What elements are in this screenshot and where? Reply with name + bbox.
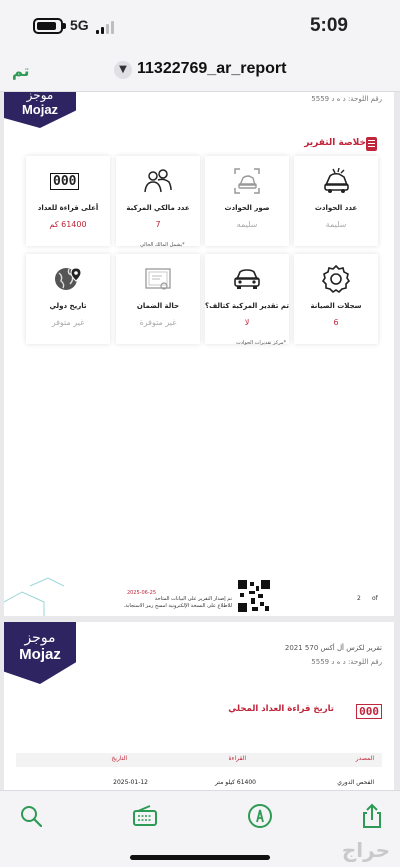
tile-warranty-status: حالة الضمان غير متوفرة [116, 254, 200, 344]
header-source: المصدر [355, 755, 374, 762]
owners-note: *يشمل المالك الحالي [140, 242, 185, 248]
mojaz-logo: موجز Mojaz [4, 92, 76, 128]
header-date: التاريخ [111, 755, 127, 762]
tile-maintenance-records: سجلات الصيانة 6 [294, 254, 378, 344]
logo-arabic: موجز [26, 92, 54, 102]
row-reading: 61400 كيلو متر [215, 779, 256, 786]
tile-value: 61400 كم [49, 220, 87, 229]
tile-label: حالة الضمان [136, 302, 180, 310]
car-icon [234, 269, 260, 289]
haraj-watermark: حراج [341, 838, 390, 862]
owners-icon [144, 169, 172, 193]
odometer-icon: 000 [50, 170, 80, 190]
globe-pin-icon [55, 267, 82, 290]
battery-icon [33, 18, 66, 34]
report-page-odometer-history[interactable]: موجز Mojaz تقرير لكزس أل أكس 570 2021 رق… [4, 622, 394, 790]
plate-label: رقم اللوحة: [347, 658, 382, 666]
navigation-bar: تم ▼ 11322769_ar_report [0, 52, 400, 92]
loss-note: *مركز تقديرات الحوادث [236, 340, 287, 346]
tile-total-loss: تم تقدير المركبة كتالف؟ لا [205, 254, 289, 344]
status-time: 5:09 [309, 15, 348, 36]
tile-value: سليمة [325, 220, 347, 229]
signal-icon [96, 21, 118, 34]
row-date: 2025-01-12 [113, 779, 148, 786]
footer-decoration [4, 577, 64, 616]
odometer-icon: 000 [356, 700, 382, 719]
qr-code[interactable] [238, 580, 270, 612]
report-page-summary[interactable]: موجز Mojaz رقم اللوحة: د ه د 5559 خلاصة … [4, 92, 394, 616]
logo-arabic: موجز [24, 630, 56, 646]
tile-label: عدد مالكي المركبة [126, 204, 190, 212]
certificate-icon [145, 268, 171, 290]
table-header: المصدر القراءة التاريخ [16, 753, 382, 767]
tile-owners-count: عدد مالكي المركبة 7 [116, 156, 200, 246]
search-icon[interactable] [18, 803, 44, 829]
accident-photo-icon [234, 168, 260, 194]
plate-label: رقم اللوحة: [347, 95, 382, 103]
odometer-history-title: تاريخ قراءة العداد المحلي [228, 704, 334, 714]
document-title[interactable]: 11322769_ar_report [137, 60, 286, 78]
gear-icon [321, 264, 351, 294]
radio-icon[interactable] [132, 803, 158, 829]
plate-value: د ه د 5559 [311, 95, 346, 103]
tile-label: تاريخ دولي [49, 302, 87, 310]
logo-english: Mojaz [21, 102, 59, 117]
tile-label: أعلى قراءة للعداد [37, 204, 99, 212]
tile-value: 6 [333, 318, 339, 327]
footer-line-1: تم إصدار التقرير على البيانات المتاحة [154, 596, 232, 602]
status-bar: 5G 5:09 [0, 0, 400, 52]
plate-number: رقم اللوحة: د ه د 5559 [311, 95, 382, 103]
tile-value: غير متوفر [51, 318, 85, 327]
title-menu-chevron-icon[interactable]: ▼ [114, 61, 132, 79]
page-of: of [372, 595, 378, 602]
plate-number: رقم اللوحة: د ه د 5559 [311, 658, 382, 666]
tile-value: لا [244, 318, 250, 327]
footer-text: تم إصدار التقرير على البيانات المتاحة لل… [112, 596, 232, 610]
home-indicator[interactable] [130, 855, 270, 860]
tile-international-history: تاريخ دولي غير متوفر [26, 254, 110, 344]
mojaz-logo: موجز Mojaz [4, 622, 76, 684]
tile-label: سجلات الصيانة [310, 302, 362, 310]
crashed-car-icon [324, 167, 349, 193]
car-model-label: تقرير لكزس أل أكس 570 2021 [284, 644, 382, 652]
network-type: 5G [70, 17, 89, 33]
row-source: الفحص الدوري [337, 779, 374, 786]
tile-label: تم تقدير المركبة كتالف؟ [205, 302, 289, 310]
tile-label: صور الحوادث [224, 204, 270, 212]
tile-value: 7 [155, 220, 161, 229]
tile-label: عدد الحوادث [314, 204, 358, 212]
plate-value: د ه د 5559 [311, 658, 346, 666]
tile-accident-photos: صور الحوادث سليمه [205, 156, 289, 246]
report-summary-title: خلاصة التقرير [304, 138, 366, 148]
share-icon[interactable] [359, 803, 385, 829]
page-number: 2 [357, 595, 361, 602]
tile-highest-odometer: 000 أعلى قراءة للعداد 61400 كم [26, 156, 110, 246]
markup-pen-icon[interactable] [247, 803, 273, 829]
footer-line-2: للاطلاع على النسخة الإلكترونية امسح رمز … [123, 603, 232, 609]
logo-english: Mojaz [19, 646, 61, 663]
tile-accidents-count: عدد الحوادث سليمة [294, 156, 378, 246]
done-button[interactable]: تم [12, 62, 29, 80]
report-summary-icon [366, 137, 377, 151]
tile-value: غير متوفرة [139, 318, 177, 327]
tile-value: سليمه [236, 220, 258, 229]
header-reading: القراءة [228, 755, 246, 762]
